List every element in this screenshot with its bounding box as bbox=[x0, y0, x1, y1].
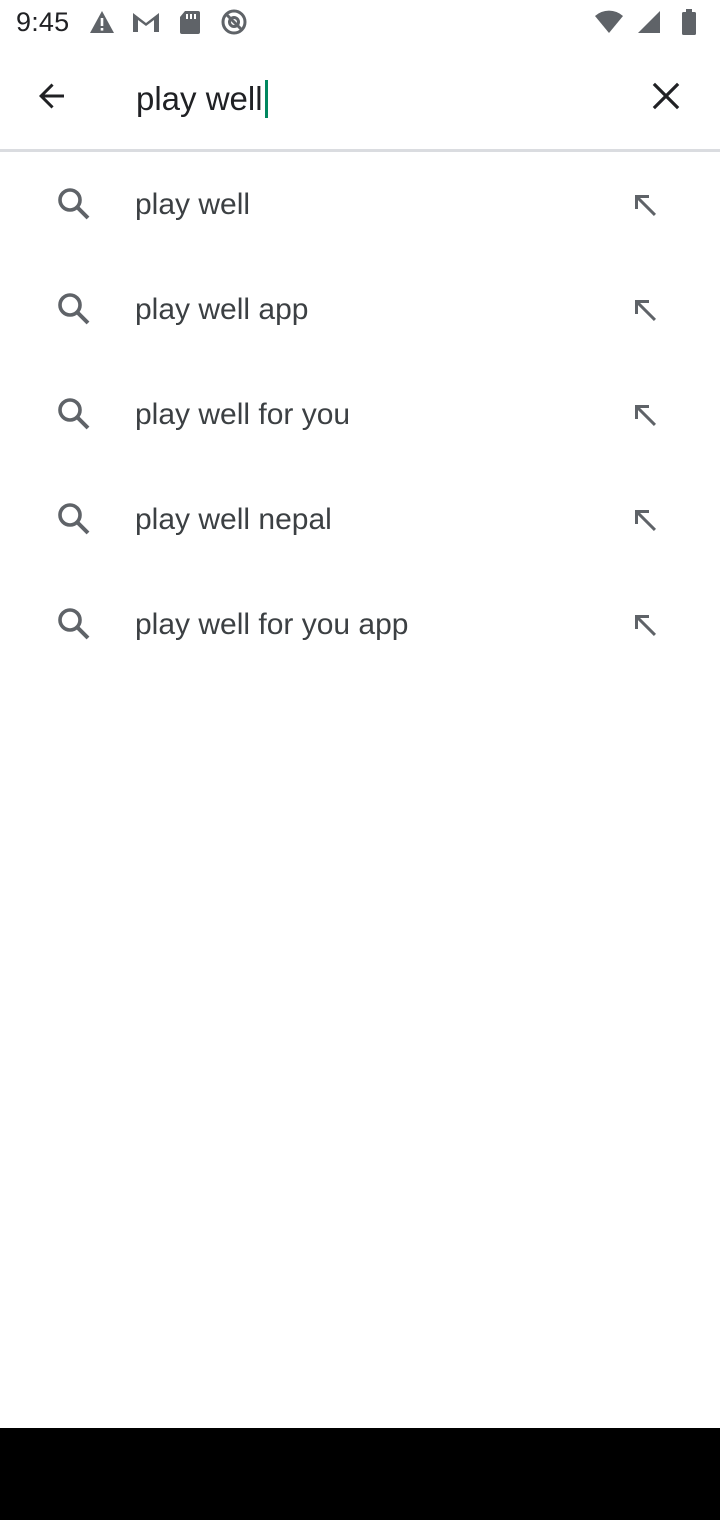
sd-card-icon bbox=[175, 7, 205, 37]
arrow-up-left-icon[interactable] bbox=[620, 495, 670, 545]
arrow-up-left-icon[interactable] bbox=[620, 600, 670, 650]
system-navigation-bar bbox=[0, 1428, 720, 1520]
text-cursor bbox=[264, 80, 268, 118]
arrow-up-left-icon[interactable] bbox=[620, 180, 670, 230]
screen: 9:45 play well play well play well app p… bbox=[0, 0, 720, 1520]
status-bar: 9:45 bbox=[0, 0, 720, 44]
search-bar: play well bbox=[0, 44, 720, 151]
search-icon bbox=[54, 394, 94, 434]
gmail-icon bbox=[131, 7, 161, 37]
warning-icon bbox=[87, 7, 117, 37]
suggestion-label: play well for you app bbox=[135, 607, 409, 641]
status-time: 9:45 bbox=[16, 6, 70, 37]
suggestion-label: play well app bbox=[135, 292, 309, 326]
search-icon bbox=[54, 499, 94, 539]
suggestion-list: play well play well app play well for yo… bbox=[0, 152, 720, 677]
search-icon bbox=[54, 184, 94, 224]
suggestion-label: play well nepal bbox=[135, 502, 332, 536]
status-system-icons bbox=[594, 7, 704, 37]
signal-icon bbox=[634, 7, 664, 37]
suggestion-label: play well for you bbox=[135, 397, 351, 431]
arrow-up-left-icon[interactable] bbox=[620, 285, 670, 335]
wifi-icon bbox=[594, 7, 624, 37]
battery-icon bbox=[674, 7, 704, 37]
suggestion-label: play well bbox=[135, 187, 251, 221]
do-not-disturb-icon bbox=[219, 7, 249, 37]
suggestion-item[interactable]: play well nepal bbox=[0, 467, 720, 572]
search-input[interactable]: play well bbox=[136, 72, 268, 126]
clear-search-button[interactable] bbox=[634, 66, 698, 130]
arrow-back-icon bbox=[36, 80, 68, 117]
suggestion-item[interactable]: play well app bbox=[0, 257, 720, 362]
suggestion-item[interactable]: play well for you bbox=[0, 362, 720, 467]
back-button[interactable] bbox=[20, 66, 84, 130]
suggestion-item[interactable]: play well for you app bbox=[0, 572, 720, 677]
search-icon bbox=[54, 289, 94, 329]
search-icon bbox=[54, 604, 94, 644]
search-query-text: play well bbox=[136, 80, 263, 117]
close-icon bbox=[652, 82, 680, 115]
suggestion-item[interactable]: play well bbox=[0, 152, 720, 257]
arrow-up-left-icon[interactable] bbox=[620, 390, 670, 440]
status-notification-icons bbox=[87, 7, 249, 37]
